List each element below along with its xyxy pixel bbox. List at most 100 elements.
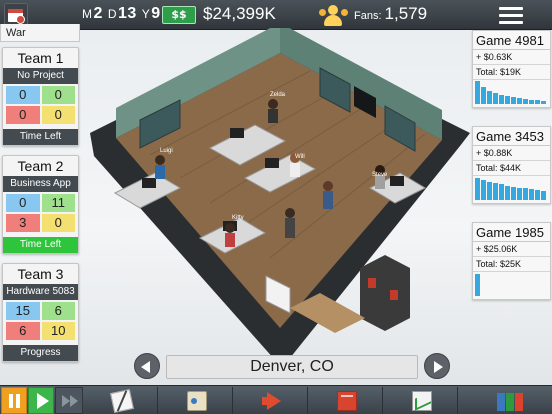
character-name: Kitty (232, 215, 244, 221)
shelf-item (390, 290, 398, 300)
game-income: + $25.06K (473, 242, 550, 257)
game-card-3[interactable]: Game 1985 + $25.06K Total: $25K (472, 222, 551, 300)
character[interactable] (323, 191, 333, 209)
fans-count: Fans: 1,579 (354, 4, 427, 24)
team-stat-blue: 0 (6, 194, 40, 212)
trend-bar (493, 93, 498, 104)
hamburger-menu-icon[interactable] (494, 3, 528, 27)
office-scene[interactable]: Zelda Luigi Will Steve Kitty (80, 28, 470, 360)
game-title: Game 3453 (473, 127, 550, 146)
character-name: Steve (372, 172, 388, 178)
team-status: Time Left (3, 237, 78, 253)
game-card-1[interactable]: Game 4981 + $0.63K Total: $19K (472, 30, 551, 108)
money-amount: $24,399K (203, 4, 276, 23)
shelf-item (368, 278, 376, 288)
team-panel-1[interactable]: Team 1 No Project 0 0 0 0 Time Left (2, 47, 79, 146)
team-panel-2[interactable]: Team 2 Business App 0 11 3 0 Time Left (2, 155, 79, 254)
monitor (390, 176, 404, 186)
character-name: Will (295, 154, 305, 160)
character[interactable] (285, 218, 295, 238)
book-button[interactable] (309, 387, 383, 414)
character[interactable] (225, 233, 235, 247)
trend-bar (475, 81, 480, 104)
team-stat-green: 6 (41, 302, 75, 320)
trend-bar (541, 101, 546, 104)
fans-icon (318, 2, 350, 28)
trend-bar (475, 178, 480, 200)
character-name: Zelda (270, 92, 286, 98)
team-stat-blue: 0 (6, 86, 40, 104)
bottom-toolbar (0, 385, 552, 414)
war-label: War (0, 24, 80, 42)
character-name: Luigi (160, 148, 173, 154)
game-title: Game 1985 (473, 223, 550, 242)
trend-bar (517, 188, 522, 200)
shelf (360, 255, 410, 331)
character[interactable] (285, 208, 295, 218)
trend-bar (511, 187, 516, 200)
fans-value: 1,579 (384, 4, 428, 23)
team-stat-red: 3 (6, 214, 40, 232)
team-stat-red: 6 (6, 322, 40, 340)
trend-bar (523, 188, 528, 200)
book-icon (337, 391, 357, 411)
files-button[interactable] (459, 387, 552, 414)
team-panel-3[interactable]: Team 3 Hardware 5083 15 6 6 10 Progress (2, 263, 79, 362)
files-icon (497, 391, 523, 411)
trend-bar (499, 95, 504, 104)
monitor (265, 158, 279, 168)
trend-bar (481, 87, 486, 104)
character[interactable] (290, 163, 300, 177)
game-title: Game 4981 (473, 31, 550, 50)
team-name: Team 2 (17, 158, 64, 174)
play-icon[interactable] (28, 387, 54, 414)
game-card-2[interactable]: Game 3453 + $0.88K Total: $44K (472, 126, 551, 204)
trend-bar (529, 189, 534, 200)
team-stat-green: 0 (41, 86, 75, 104)
sales-trend (475, 176, 549, 200)
team-project: Hardware 5083 (3, 284, 78, 300)
trend-bar (535, 100, 540, 104)
trend-bar (487, 182, 492, 200)
design-button[interactable] (84, 387, 158, 414)
game-income: + $0.88K (473, 146, 550, 161)
team-stat-red: 0 (6, 106, 40, 124)
trend-bar (499, 184, 504, 200)
character[interactable] (155, 165, 165, 179)
arrow-right-icon[interactable] (424, 353, 450, 379)
fans-label: Fans: (354, 10, 382, 22)
trend-bar (529, 100, 534, 104)
fast-forward-icon[interactable] (55, 387, 83, 414)
team-project: Business App (3, 176, 78, 192)
design-icon (110, 389, 134, 413)
trend-bar (505, 186, 510, 200)
trend-bar (535, 190, 540, 200)
trend-bar (481, 180, 486, 200)
team-status: Time Left (3, 129, 78, 145)
team-stat-yellow: 0 (41, 214, 75, 232)
trend-bar (511, 97, 516, 104)
character[interactable] (268, 99, 278, 109)
trend-bar (517, 98, 522, 104)
arrow-left-icon[interactable] (134, 353, 160, 379)
staff-button[interactable] (159, 387, 233, 414)
character[interactable] (225, 223, 235, 233)
pause-icon[interactable] (1, 387, 27, 414)
trend-bar (475, 274, 480, 296)
money-icon: $$ (162, 6, 196, 24)
game-date: M2 D13 Y9 (82, 5, 161, 22)
marketing-button[interactable] (234, 387, 308, 414)
team-stat-blue: 15 (6, 302, 40, 320)
team-name: Team 3 (17, 266, 64, 282)
trend-bar (505, 96, 510, 104)
character[interactable] (155, 155, 165, 165)
monitor (230, 128, 244, 138)
trend-bar (487, 91, 492, 104)
stats-icon (412, 391, 432, 411)
sales-trend (475, 80, 549, 104)
game-income: + $0.63K (473, 50, 550, 65)
stats-button[interactable] (384, 387, 458, 414)
character[interactable] (268, 109, 278, 123)
team-name: Team 1 (17, 50, 64, 66)
character[interactable] (323, 181, 333, 191)
